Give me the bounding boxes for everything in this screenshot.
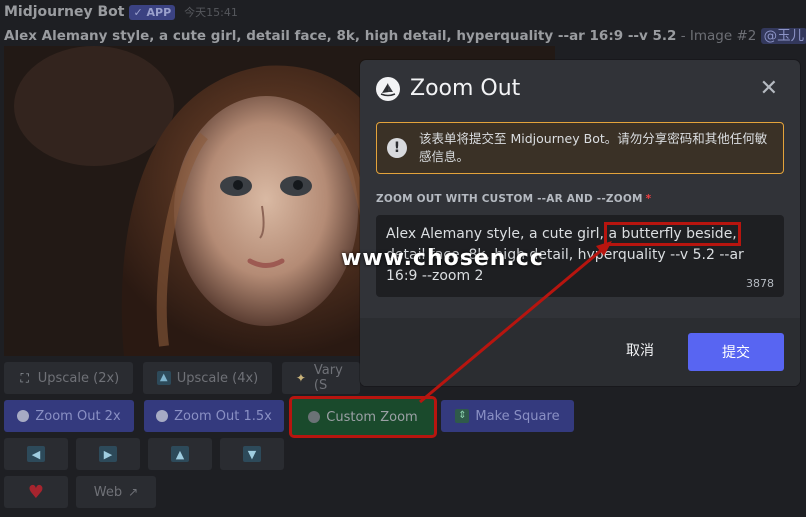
watermark: www.chosen.cc [341,246,544,271]
